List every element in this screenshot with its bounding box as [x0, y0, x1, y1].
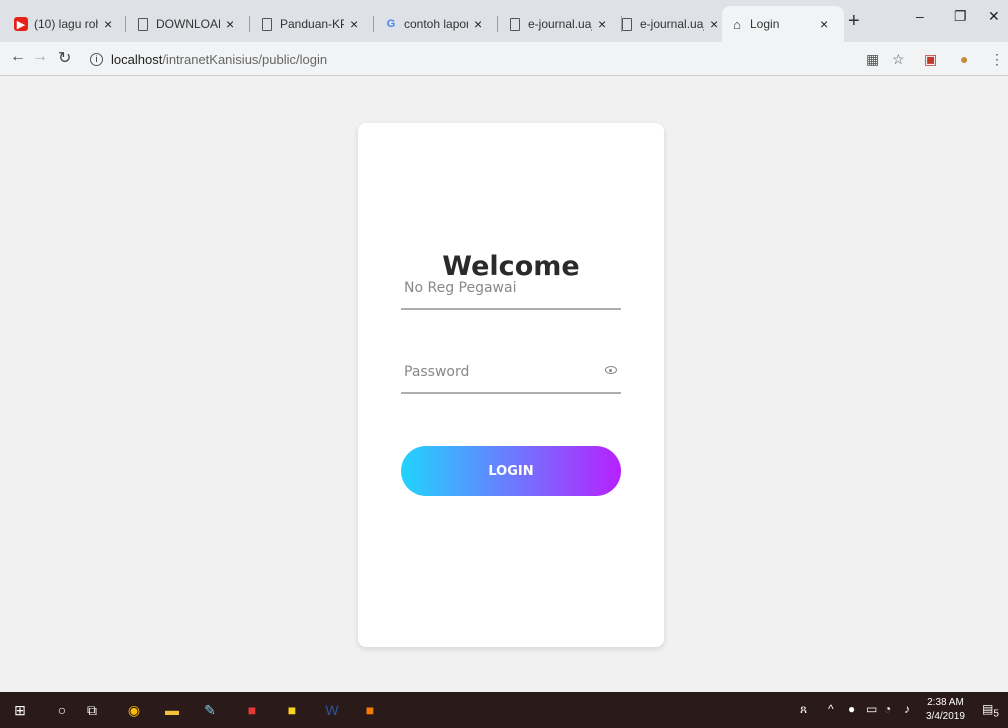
document-icon: [136, 17, 150, 31]
chevron-up-icon[interactable]: ^: [828, 702, 834, 716]
clock[interactable]: 2:38 AM 3/4/2019: [926, 696, 965, 724]
app-icon[interactable]: ■: [242, 700, 262, 720]
new-tab-icon[interactable]: +: [848, 10, 860, 33]
menu-icon[interactable]: ⋮: [990, 51, 1004, 68]
tab-6[interactable]: e-journal.uajy.ac ×: [612, 6, 734, 42]
close-window-icon[interactable]: ✕: [988, 8, 1000, 25]
notification-count: 5: [993, 708, 999, 720]
close-tab-icon[interactable]: ×: [820, 16, 828, 32]
network-icon[interactable]: ●: [848, 702, 855, 716]
bookmark-star-icon[interactable]: ☆: [892, 51, 905, 68]
tab-2[interactable]: DOWNLOAD | F ×: [128, 6, 250, 42]
close-tab-icon[interactable]: ×: [350, 16, 358, 32]
close-tab-icon[interactable]: ×: [474, 16, 482, 32]
office-icon[interactable]: ■: [360, 700, 380, 720]
login-button[interactable]: LOGIN: [401, 446, 621, 496]
translate-icon[interactable]: ▦: [866, 51, 879, 68]
search-icon[interactable]: ○: [52, 700, 72, 720]
close-tab-icon[interactable]: ×: [710, 16, 718, 32]
tab-label: (10) lagu rohani: [34, 17, 98, 31]
eye-icon[interactable]: [605, 366, 617, 374]
close-tab-icon[interactable]: ×: [226, 16, 234, 32]
close-tab-icon[interactable]: ×: [104, 16, 112, 32]
tab-1[interactable]: ▶ (10) lagu rohani ×: [6, 6, 126, 42]
date: 3/4/2019: [926, 711, 965, 722]
reload-icon[interactable]: ↻: [58, 48, 71, 68]
paint-icon[interactable]: ✎: [200, 700, 220, 720]
windows-taskbar: ⊞ ○ ⧉ ◉ ▬ ✎ ■ ■ W ■ ጸ ^ ● ▭ ◔ ♪ 2:38 AM …: [0, 692, 1008, 728]
wifi-icon[interactable]: ◔: [884, 702, 891, 716]
tab-label: contoh laporan: [404, 17, 468, 31]
tab-label: DOWNLOAD | F: [156, 17, 220, 31]
username-field: [401, 270, 621, 310]
tab-label: Login: [750, 17, 780, 31]
address-bar[interactable]: i localhost/intranetKanisius/public/logi…: [90, 47, 850, 71]
home-icon: ⌂: [733, 16, 741, 32]
minimize-icon[interactable]: –: [916, 8, 924, 24]
word-icon[interactable]: W: [322, 700, 342, 720]
time: 2:38 AM: [927, 697, 964, 708]
tab-login[interactable]: ⌂ Login ×: [722, 6, 844, 42]
page-content: Welcome LOGIN: [0, 76, 1008, 692]
close-tab-icon[interactable]: ×: [598, 16, 606, 32]
login-card: Welcome LOGIN: [358, 123, 664, 647]
browser-tab-bar: ▶ (10) lagu rohani × DOWNLOAD | F × Pand…: [0, 0, 1008, 42]
tab-4[interactable]: G contoh laporan ×: [376, 6, 498, 42]
battery-icon[interactable]: ▭: [866, 702, 877, 716]
chrome-icon[interactable]: ◉: [124, 700, 144, 720]
url-path: /intranetKanisius/public/login: [162, 51, 328, 67]
back-icon[interactable]: ←: [10, 48, 26, 66]
tab-5[interactable]: e-journal.uajy.ac ×: [500, 6, 622, 42]
info-icon[interactable]: i: [90, 52, 103, 66]
people-icon[interactable]: ጸ: [800, 702, 807, 717]
document-icon: [260, 17, 274, 31]
google-icon: G: [386, 18, 396, 30]
task-view-icon[interactable]: ⧉: [82, 700, 102, 720]
windows-start-icon[interactable]: ⊞: [10, 700, 30, 720]
password-field: [401, 354, 621, 394]
profile-avatar-icon[interactable]: ●: [960, 51, 968, 67]
notification-icon[interactable]: ▤5: [982, 702, 999, 719]
volume-icon[interactable]: ♪: [904, 702, 910, 716]
tab-label: Panduan-KP-TA: [280, 17, 344, 31]
restore-icon[interactable]: ❐: [954, 8, 967, 25]
document-icon: [620, 17, 634, 31]
browser-toolbar: ← → ↻ i localhost/intranetKanisius/publi…: [0, 42, 1008, 76]
tab-3[interactable]: Panduan-KP-TA ×: [252, 6, 374, 42]
tab-separator: [249, 16, 250, 32]
url-host: localhost: [111, 51, 163, 67]
tab-label: e-journal.uajy.ac: [528, 17, 592, 31]
sticky-notes-icon[interactable]: ■: [282, 700, 302, 720]
tab-separator: [497, 16, 498, 32]
tab-separator: [125, 16, 126, 32]
password-input[interactable]: [401, 354, 601, 390]
document-icon: [508, 17, 522, 31]
tab-label: e-journal.uajy.ac: [640, 17, 704, 31]
tab-separator: [373, 16, 374, 32]
youtube-icon: ▶: [14, 17, 28, 31]
extension-icon[interactable]: ▣: [924, 51, 937, 68]
file-explorer-icon[interactable]: ▬: [162, 700, 182, 720]
username-input[interactable]: [401, 270, 601, 306]
forward-icon[interactable]: →: [32, 48, 48, 66]
